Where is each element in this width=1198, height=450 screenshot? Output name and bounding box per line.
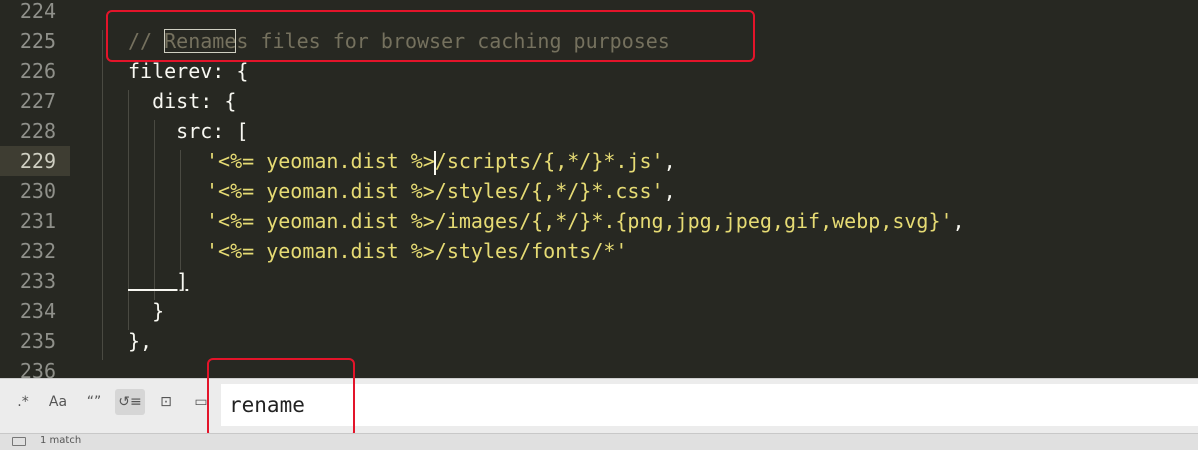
line-number: 226 <box>19 59 56 83</box>
code-line: 234 } <box>0 296 1198 326</box>
annotation-highlight-comment <box>106 10 755 62</box>
find-input[interactable] <box>221 384 1198 426</box>
punctuation: , <box>663 149 676 173</box>
status-bar: 1 match <box>0 433 1198 450</box>
line-text: '<%= yeoman.dist %>/styles/{,*/}*.css', <box>206 176 676 206</box>
line-text: ] <box>128 269 189 293</box>
code-line: 232 '<%= yeoman.dist %>/styles/fonts/*' <box>0 236 1198 266</box>
line-text: dist: { <box>128 89 237 113</box>
code-editor[interactable]: 224 225 // Renames files for browser cac… <box>0 0 1198 378</box>
line-number-current: 229 <box>0 146 70 176</box>
in-selection-toggle[interactable]: ⊡ <box>152 389 180 415</box>
line-number: 235 <box>19 329 56 353</box>
punctuation: , <box>952 209 965 233</box>
code-line: 227 dist: { <box>0 86 1198 116</box>
code-line: 228 src: [ <box>0 116 1198 146</box>
string-literal: '<%= yeoman.dist %>/styles/{,*/}*.css' <box>206 179 664 203</box>
code-line: 235 }, <box>0 326 1198 356</box>
case-sensitive-toggle[interactable]: Aa <box>44 389 72 415</box>
string-literal: '<%= yeoman.dist %>/styles/fonts/*' <box>206 239 628 263</box>
annotation-highlight-input <box>207 358 355 438</box>
string-part: /scripts/{,*/}*.js' <box>434 149 664 173</box>
code-line: 233 ] <box>0 266 1198 296</box>
line-number: 230 <box>19 179 56 203</box>
code-line: 236 <box>0 356 1198 378</box>
line-number: 236 <box>19 359 56 378</box>
code-line: 231 '<%= yeoman.dist %>/images/{,*/}*.{p… <box>0 206 1198 236</box>
line-number: 232 <box>19 239 56 263</box>
code-line: 230 '<%= yeoman.dist %>/styles/{,*/}*.cs… <box>0 176 1198 206</box>
line-number: 231 <box>19 209 56 233</box>
regex-toggle[interactable]: .* <box>10 389 36 415</box>
code-line-current: 229 '<%= yeoman.dist %>/scripts/{,*/}*.j… <box>0 146 1198 176</box>
line-number: 228 <box>19 119 56 143</box>
line-number: 233 <box>19 269 56 293</box>
line-text: } <box>128 299 165 323</box>
line-number: 224 <box>19 0 56 23</box>
string-literal: '<%= yeoman.dist %>/images/{,*/}*.{png,j… <box>206 209 953 233</box>
whole-word-toggle[interactable]: “” <box>80 389 108 415</box>
line-text: }, <box>128 329 153 353</box>
line-number: 234 <box>19 299 56 323</box>
console-icon[interactable] <box>12 437 26 446</box>
line-number: 225 <box>19 29 56 53</box>
punctuation: , <box>663 179 676 203</box>
line-text: '<%= yeoman.dist %>/images/{,*/}*.{png,j… <box>206 206 965 236</box>
string-part: '<%= yeoman.dist %> <box>206 149 435 173</box>
line-text: src: [ <box>128 119 249 143</box>
line-text: '<%= yeoman.dist %>/styles/fonts/*' <box>206 236 627 266</box>
line-number: 227 <box>19 89 56 113</box>
wrap-toggle[interactable]: ↺≡ <box>115 389 145 415</box>
match-count: 1 match <box>40 435 82 446</box>
line-text: '<%= yeoman.dist %>/scripts/{,*/}*.js', <box>206 146 676 176</box>
